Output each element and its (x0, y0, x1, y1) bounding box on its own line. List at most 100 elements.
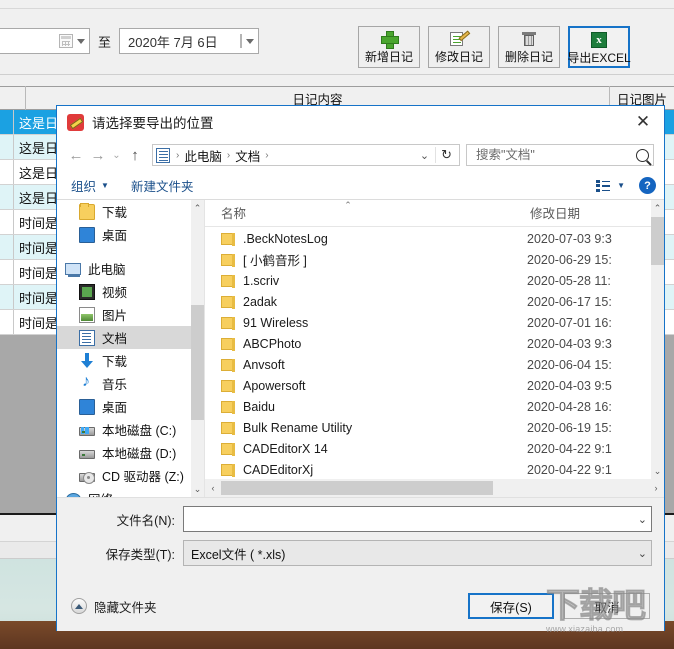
chevron-down-icon[interactable] (77, 38, 85, 44)
chevron-down-icon[interactable]: ⌄ (414, 149, 435, 162)
scrollbar-thumb[interactable] (221, 481, 493, 495)
list-item[interactable]: Apowersoft 2020-04-03 9:5 (205, 375, 664, 396)
search-box[interactable] (466, 144, 654, 166)
view-layout-icon (596, 179, 611, 192)
dialog-navigation-bar: ← → ⌄ ↑ › 此电脑 › 文档 › ⌄ ↻ (57, 138, 664, 172)
filename-input[interactable] (191, 511, 632, 527)
help-icon[interactable]: ? (639, 177, 656, 194)
calendar-icon (239, 34, 243, 48)
close-icon[interactable]: ✕ (622, 107, 664, 137)
breadcrumb-this-pc[interactable]: 此电脑 (182, 146, 224, 165)
list-item[interactable]: Baidu 2020-04-28 16: (205, 396, 664, 417)
list-item[interactable]: 2adak 2020-06-17 15: (205, 291, 664, 312)
breadcrumb-separator[interactable]: › (262, 150, 271, 161)
chevron-down-icon[interactable]: ▼ (617, 181, 625, 190)
list-item[interactable]: 91 Wireless 2020-07-01 16: (205, 312, 664, 333)
column-header-name[interactable]: 名称 (205, 203, 527, 222)
sidebar-item-label: 桌面 (102, 229, 128, 243)
scroll-left-icon[interactable]: ‹ (205, 483, 221, 493)
sidebar-item-desktop-quick[interactable]: 桌面 (57, 223, 204, 246)
sidebar-item-downloads[interactable]: 下载 (57, 349, 204, 372)
new-folder-button[interactable]: 新建文件夹 (131, 176, 194, 195)
export-excel-button[interactable]: 导出EXCEL (567, 26, 631, 68)
refresh-icon[interactable]: ↻ (435, 147, 457, 163)
forward-button[interactable]: → (87, 144, 109, 166)
add-diary-button[interactable]: 新增日记 (358, 26, 420, 68)
start-date-picker[interactable]: 6日 (0, 28, 90, 54)
list-item[interactable]: Bulk Rename Utility 2020-06-19 15: (205, 417, 664, 438)
end-date-picker[interactable]: 2020年 7月 6日 (119, 28, 260, 54)
up-button[interactable]: ↑ (124, 144, 146, 166)
sidebar-item-label: 桌面 (102, 401, 128, 415)
videos-icon (79, 283, 95, 300)
list-item[interactable]: .BeckNotesLog 2020-07-03 9:3 (205, 228, 664, 249)
breadcrumb-documents[interactable]: 文档 (233, 146, 262, 165)
documents-icon (79, 329, 95, 346)
folder-icon (221, 337, 235, 351)
sidebar-item-pictures[interactable]: 图片 (57, 303, 204, 326)
file-name: CADEditorX 14 (243, 441, 328, 456)
sidebar-item-cd-drive[interactable]: CD 驱动器 (Z:) (57, 464, 204, 487)
filename-combobox[interactable]: ⌄ (183, 506, 652, 532)
file-name: 91 Wireless (243, 315, 309, 330)
file-list-rows: .BeckNotesLog 2020-07-03 9:3 [ 小鹤音形 ] 20… (205, 228, 664, 479)
chevron-down-icon[interactable]: ⌄ (632, 513, 647, 526)
file-name: 1.scriv (243, 273, 280, 288)
file-date: 2020-04-28 16: (527, 399, 612, 414)
file-date: 2020-06-04 15: (527, 357, 612, 372)
chevron-down-icon[interactable]: ⌄ (632, 547, 647, 560)
hide-folders-toggle[interactable]: 隐藏文件夹 (71, 597, 157, 616)
filename-row: 文件名(N): ⌄ (57, 506, 664, 532)
edit-diary-button[interactable]: 修改日记 (428, 26, 490, 68)
list-item[interactable]: ABCPhoto 2020-04-03 9:3 (205, 333, 664, 354)
scroll-down-icon[interactable]: ⌄ (191, 481, 204, 497)
sidebar-item-network[interactable]: 网络 (57, 487, 204, 497)
sidebar-item-desktop[interactable]: 桌面 (57, 395, 204, 418)
file-list-vertical-scrollbar[interactable]: ⌃ ⌄ (651, 200, 664, 479)
sidebar-item-local-disk-d[interactable]: 本地磁盘 (D:) (57, 441, 204, 464)
chevron-up-icon (71, 598, 87, 614)
folder-icon (221, 295, 235, 309)
recent-locations-button[interactable]: ⌄ (109, 144, 124, 166)
filetype-combobox[interactable]: Excel文件 ( *.xls) ⌄ (183, 540, 652, 566)
organize-menu[interactable]: 组织 ▼ (71, 176, 109, 195)
sidebar-scrollbar[interactable]: ⌃ ⌄ (191, 200, 204, 497)
sidebar-item-this-pc[interactable]: 此电脑 (57, 257, 204, 280)
scroll-down-icon[interactable]: ⌄ (651, 463, 664, 479)
sidebar-item-label: 网络 (88, 489, 113, 497)
filename-label: 文件名(N): (116, 513, 175, 528)
delete-diary-button[interactable]: 删除日记 (498, 26, 560, 68)
screen: 6日 至 2020年 7月 6日 新增日记 (0, 0, 674, 649)
scrollbar-thumb[interactable] (191, 305, 204, 420)
file-list-horizontal-scrollbar[interactable]: ⌄ ‹ › (205, 479, 664, 497)
list-item[interactable]: CADEditorXj 2020-04-22 9:1 (205, 459, 664, 479)
scroll-up-icon[interactable]: ⌃ (651, 200, 664, 216)
view-layout-button[interactable]: ▼ (596, 179, 625, 192)
sidebar-item-videos[interactable]: 视频 (57, 280, 204, 303)
file-name: Bulk Rename Utility (243, 420, 353, 435)
scroll-up-icon[interactable]: ⌃ (191, 200, 204, 216)
save-button[interactable]: 保存(S) (468, 593, 554, 619)
list-item[interactable]: CADEditorX 14 2020-04-22 9:1 (205, 438, 664, 459)
search-input[interactable] (474, 147, 636, 163)
add-diary-label: 新增日记 (364, 50, 413, 64)
cd-drive-icon (79, 472, 95, 484)
sidebar-item-downloads-quick[interactable]: 下载 (57, 200, 204, 223)
list-item[interactable]: 1.scriv 2020-05-28 11: (205, 270, 664, 291)
back-button[interactable]: ← (65, 144, 87, 166)
cancel-button[interactable]: 取消 (564, 593, 650, 619)
list-item[interactable]: [ 小鹤音形 ] 2020-06-29 15: (205, 249, 664, 270)
save-form: 文件名(N): ⌄ 保存类型(T): Excel文件 ( *.xls) ⌄ 隐藏… (57, 497, 664, 631)
sidebar-item-documents[interactable]: 文档 (57, 326, 204, 349)
sidebar-item-music[interactable]: 音乐 (57, 372, 204, 395)
scroll-right-icon[interactable]: › (648, 483, 664, 493)
file-date: 2020-07-01 16: (527, 315, 612, 330)
address-bar[interactable]: › 此电脑 › 文档 › ⌄ ↻ (152, 144, 460, 166)
chevron-down-icon[interactable] (246, 38, 255, 44)
column-header-date[interactable]: 修改日期 (527, 203, 580, 222)
scrollbar-thumb[interactable] (651, 217, 664, 265)
list-item[interactable]: Anvsoft 2020-06-04 15: (205, 354, 664, 375)
sidebar-item-label: 下载 (102, 206, 128, 220)
sidebar-item-local-disk-c[interactable]: 本地磁盘 (C:) (57, 418, 204, 441)
file-date: 2020-06-17 15: (527, 294, 612, 309)
